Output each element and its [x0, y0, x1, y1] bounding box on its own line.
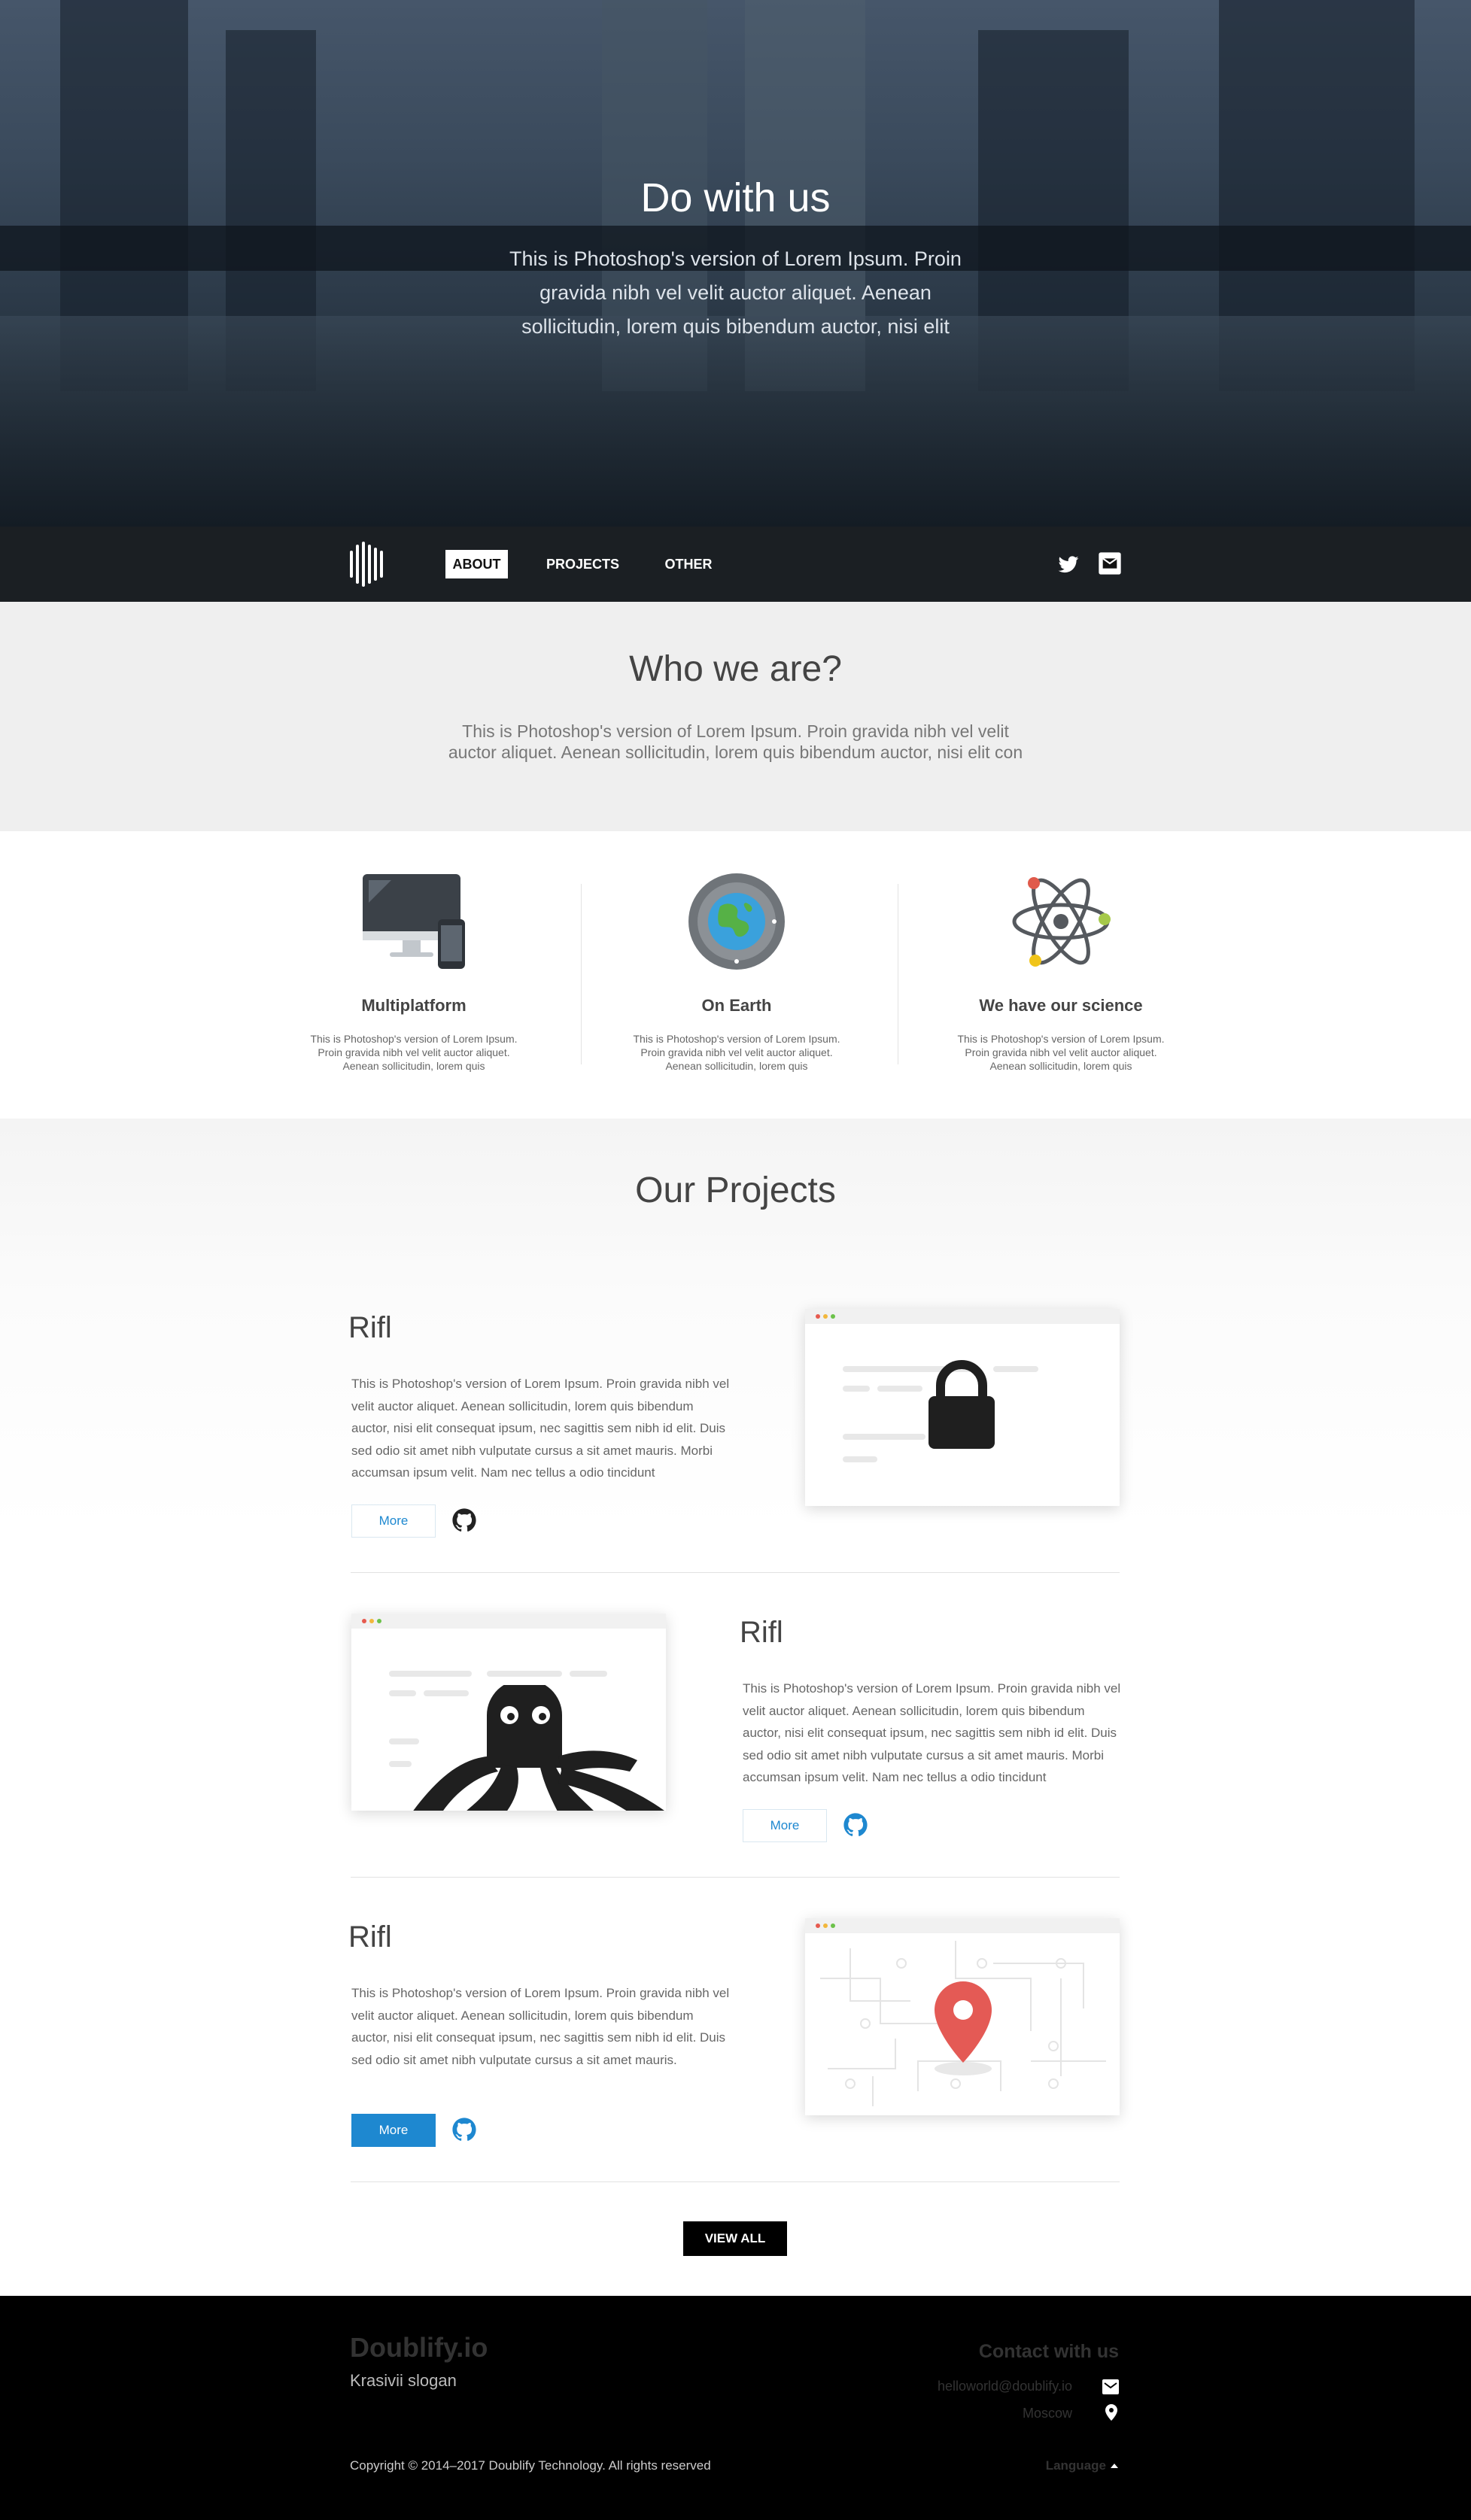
- github-icon[interactable]: [451, 1507, 477, 1533]
- footer-brand[interactable]: Doublify.io: [350, 2332, 488, 2364]
- nav-item-about[interactable]: ABOUT: [445, 550, 508, 578]
- footer: [0, 2296, 1471, 2520]
- project-preview: [805, 1309, 1120, 1506]
- feature-title: Multiplatform: [361, 996, 467, 1015]
- projects-section: [0, 1119, 1471, 2296]
- projects-title: Our Projects: [635, 1170, 836, 1210]
- feature-title: We have our science: [979, 996, 1143, 1015]
- more-button[interactable]: More: [351, 2114, 436, 2147]
- lock-icon: [928, 1360, 995, 1449]
- atom-icon: [1008, 873, 1114, 970]
- more-button[interactable]: More: [351, 1504, 436, 1538]
- project-preview: [351, 1614, 666, 1811]
- nav-item-projects[interactable]: PROJECTS: [543, 550, 622, 578]
- earth-icon: [684, 873, 789, 970]
- view-all-button[interactable]: VIEW ALL: [683, 2221, 787, 2256]
- project-preview: [805, 1918, 1120, 2115]
- divider: [581, 884, 582, 1064]
- project-name: Rifl: [348, 1920, 392, 1954]
- footer-slogan: Krasivii slogan: [350, 2371, 457, 2390]
- feature-text: This is Photoshop's version of Lorem Ips…: [310, 1033, 518, 1072]
- who-section: [0, 602, 1471, 831]
- devices-icon: [361, 873, 467, 970]
- mail-icon[interactable]: [1098, 551, 1122, 575]
- more-button[interactable]: More: [743, 1809, 827, 1842]
- project-name: Rifl: [740, 1616, 783, 1649]
- divider: [351, 1572, 1120, 1573]
- language-selector[interactable]: Language: [1046, 2458, 1106, 2473]
- hero-text: This is Photoshop's version of Lorem Ips…: [509, 247, 962, 338]
- github-icon[interactable]: [843, 1812, 868, 1838]
- who-text: This is Photoshop's version of Lorem Ips…: [448, 721, 1023, 762]
- main-navbar: [0, 527, 1471, 602]
- project-text: This is Photoshop's version of Lorem Ips…: [743, 1681, 1121, 1784]
- hero-title: Do with us: [640, 175, 831, 220]
- who-title: Who we are?: [629, 649, 842, 689]
- feature-on-earth: On Earth This is Photoshop's version of …: [624, 873, 849, 1073]
- project-name: Rifl: [348, 1311, 392, 1344]
- contact-city: Moscow: [1022, 2406, 1072, 2421]
- divider: [351, 2181, 1120, 2182]
- twitter-icon[interactable]: [1056, 552, 1080, 576]
- project-text: This is Photoshop's version of Lorem Ips…: [351, 1377, 730, 1480]
- contact-title: Contact with us: [978, 2341, 1119, 2362]
- contact-email[interactable]: helloworld@doublify.io: [938, 2379, 1072, 2394]
- chevron-up-icon[interactable]: [1111, 2463, 1118, 2469]
- mail-icon: [1102, 2379, 1119, 2394]
- nav-item-other[interactable]: OTHER: [659, 550, 718, 578]
- copyright: Copyright © 2014–2017 Doublify Technolog…: [350, 2458, 711, 2473]
- feature-multiplatform: Multiplatform This is Photoshop's versio…: [301, 873, 527, 1073]
- location-icon: [1105, 2404, 1117, 2421]
- divider: [351, 1877, 1120, 1878]
- feature-title: On Earth: [701, 996, 772, 1015]
- feature-text: This is Photoshop's version of Lorem Ips…: [633, 1033, 840, 1072]
- logo-icon[interactable]: [350, 542, 388, 587]
- map-pin-icon: [935, 1981, 992, 2075]
- project-text: This is Photoshop's version of Lorem Ips…: [351, 1986, 730, 2067]
- feature-text: This is Photoshop's version of Lorem Ips…: [957, 1033, 1165, 1072]
- octopus-icon: [413, 1685, 664, 1811]
- github-icon[interactable]: [451, 2117, 477, 2142]
- feature-science: We have our science This is Photoshop's …: [948, 873, 1174, 1073]
